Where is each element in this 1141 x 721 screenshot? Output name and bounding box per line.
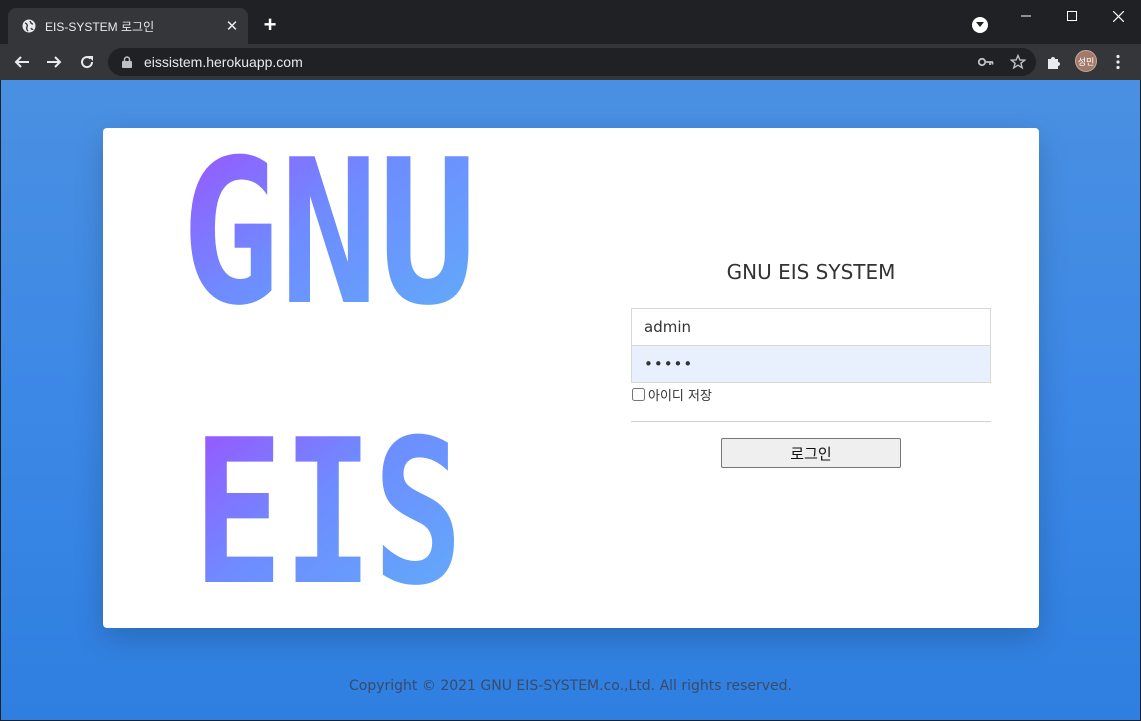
key-icon[interactable] [972, 48, 1000, 76]
login-title: GNU EIS SYSTEM [726, 260, 896, 284]
logo-text-gnu: GNU [181, 148, 477, 350]
minimize-window-button[interactable] [1003, 0, 1049, 32]
maximize-window-button[interactable] [1049, 0, 1095, 32]
remember-id-checkbox[interactable] [632, 388, 645, 401]
lock-icon[interactable] [122, 56, 132, 68]
close-tab-icon[interactable]: ✕ [222, 16, 242, 36]
profile-avatar[interactable]: 성민 [1075, 50, 1097, 72]
extensions-puzzle-icon[interactable] [1040, 48, 1068, 76]
tab-title: EIS-SYSTEM 로그인 [45, 19, 155, 34]
address-bar[interactable]: eissistem.herokuapp.com [108, 48, 1036, 76]
username-input[interactable] [631, 308, 991, 346]
copyright-footer: Copyright © 2021 GNU EIS-SYSTEM.co.,Ltd.… [349, 678, 792, 694]
password-input[interactable] [631, 345, 991, 383]
browser-tab[interactable]: EIS-SYSTEM 로그인 ✕ [8, 8, 248, 44]
globe-icon [22, 19, 36, 33]
reload-icon[interactable] [73, 48, 101, 76]
form-divider [631, 421, 991, 422]
back-arrow-icon[interactable] [8, 48, 36, 76]
browser-toolbar: eissistem.herokuapp.com [0, 44, 1141, 80]
remember-id-label: 아이디 저장 [648, 389, 712, 404]
gnu-eis-logo: GNU EIS [181, 148, 477, 608]
remember-id-option[interactable]: 아이디 저장 [631, 385, 712, 404]
close-window-button[interactable] [1095, 0, 1141, 32]
logo-text-eis: EIS [193, 397, 463, 608]
more-menu-icon[interactable] [1106, 48, 1130, 76]
browser-titlebar: EIS-SYSTEM 로그인 ✕ + [0, 0, 1141, 44]
url-text: eissistem.herokuapp.com [144, 54, 303, 70]
page-background: GNU EIS GNU EIS SYSTEM 아이디 저장 로그인 Copyri… [1, 80, 1140, 720]
login-button[interactable]: 로그인 [721, 438, 901, 468]
bookmark-star-icon[interactable] [1004, 48, 1032, 76]
new-tab-button[interactable]: + [258, 14, 282, 38]
forward-arrow-icon[interactable] [40, 48, 68, 76]
tab-search-icon[interactable] [972, 17, 988, 33]
login-card: GNU EIS GNU EIS SYSTEM 아이디 저장 로그인 [103, 128, 1039, 628]
